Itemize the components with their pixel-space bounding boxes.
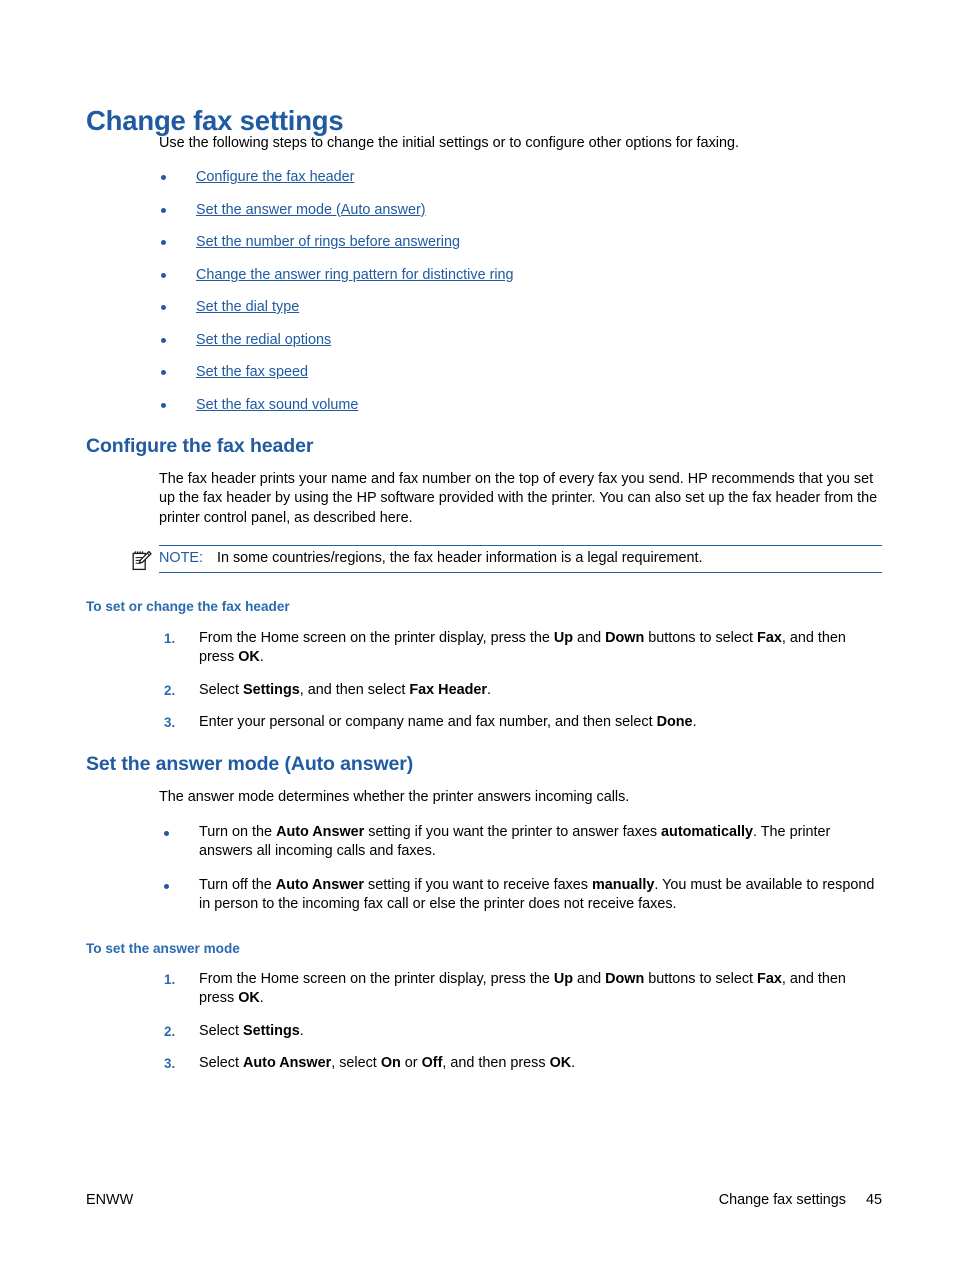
note-text: In some countries/regions, the fax heade…: [216, 550, 703, 567]
ui-term: automatically: [661, 823, 754, 840]
intro-paragraph: Use the following steps to change the in…: [159, 135, 739, 151]
section-link-list: Configure the fax header Set the answer m…: [86, 167, 882, 415]
bullet-icon: [164, 830, 169, 836]
toc-list-item: Configure the fax header: [86, 167, 882, 187]
step-text: From the Home screen on the printer disp…: [199, 629, 846, 666]
ui-term: OK: [238, 990, 260, 1007]
toc-link-7[interactable]: Set the fax sound volume: [196, 397, 358, 413]
section-heading-answer-mode: Set the answer mode (Auto answer): [86, 752, 414, 775]
ui-term: manually: [591, 876, 655, 893]
ui-term: Down: [605, 970, 645, 987]
ui-term: OK: [549, 1055, 572, 1072]
note-pencil-icon: [132, 550, 152, 571]
document-page: Change fax settings Use the following st…: [0, 0, 954, 1270]
toc-list-item: Set the fax speed: [86, 362, 882, 382]
step-text: Enter your personal or company name and …: [199, 714, 697, 731]
ui-term: Fax Header: [409, 681, 487, 698]
note-rule-bottom: [159, 572, 882, 574]
ui-term: Down: [605, 629, 645, 646]
ui-term: Done: [656, 714, 693, 731]
bullet-icon: [161, 272, 166, 278]
ui-term: Settings: [243, 681, 300, 698]
step-number: 3.: [164, 715, 176, 731]
ui-term: OK: [238, 649, 260, 666]
step-number: 2.: [164, 1023, 176, 1039]
step-number: 1.: [164, 630, 176, 646]
ui-term: Up: [553, 970, 574, 987]
step-text: Select Settings.: [199, 1022, 304, 1039]
answer-mode-bullet-list: Turn on the Auto Answer setting if you w…: [86, 823, 882, 915]
toc-link-6[interactable]: Set the fax speed: [196, 364, 308, 380]
toc-list-item: Set the dial type: [86, 297, 882, 317]
ui-term: Auto Answer: [275, 876, 365, 893]
toc-list-item: Set the fax sound volume: [86, 395, 882, 415]
footer-chapter-title: Change fax settings: [718, 1192, 846, 1208]
ui-term: Auto Answer: [276, 823, 365, 840]
bullet-icon: [161, 402, 166, 408]
procedure-steps-fax-header: 1. From the Home screen on the printer di…: [86, 629, 882, 733]
ui-term: Settings: [243, 1022, 300, 1039]
ui-term: On: [380, 1055, 401, 1072]
bullet-icon: [161, 337, 166, 343]
toc-link-2[interactable]: Set the number of rings before answering: [196, 234, 460, 250]
procedure-heading-set-answer-mode: To set the answer mode: [86, 940, 240, 956]
note-content: NOTE: In some countries/regions, the fax …: [159, 546, 882, 572]
bullet-icon: [161, 370, 166, 375]
note-admonition: NOTE: In some countries/regions, the fax …: [132, 545, 882, 574]
ui-term: Auto Answer: [243, 1055, 332, 1072]
bullet-text: Turn off the Auto Answer setting if you …: [199, 876, 875, 913]
fax-header-step: 3. Enter your personal or company name an…: [86, 713, 882, 733]
ui-term: Up: [553, 629, 574, 646]
step-text: From the Home screen on the printer disp…: [199, 970, 846, 1007]
toc-link-1[interactable]: Set the answer mode (Auto answer): [196, 202, 426, 218]
toc-link-0[interactable]: Configure the fax header: [196, 169, 354, 185]
step-number: 3.: [164, 1056, 176, 1072]
bullet-icon: [161, 305, 166, 310]
note-label: NOTE:: [159, 550, 203, 567]
step-text: Select Auto Answer, select On or Off, an…: [199, 1055, 576, 1072]
bullet-text: Turn on the Auto Answer setting if you w…: [199, 823, 831, 860]
answer-mode-step: 1. From the Home screen on the printer di…: [86, 970, 882, 1009]
step-number: 2.: [164, 682, 176, 698]
toc-list-item: Set the number of rings before answering: [86, 232, 882, 252]
ui-term: Off: [421, 1055, 443, 1072]
fax-header-step: 1. From the Home screen on the printer di…: [86, 629, 882, 668]
answer-mode-bullet: Turn off the Auto Answer setting if you …: [86, 876, 882, 915]
answer-mode-body: The answer mode determines whether the p…: [159, 789, 630, 806]
footer-locale: ENWW: [86, 1192, 134, 1208]
toc-list-item: Set the answer mode (Auto answer): [86, 200, 882, 220]
toc-link-3[interactable]: Change the answer ring pattern for disti…: [196, 267, 514, 283]
answer-mode-bullet: Turn on the Auto Answer setting if you w…: [86, 823, 882, 862]
bullet-icon: [164, 883, 169, 889]
ui-term: Fax: [757, 629, 782, 646]
toc-link-4[interactable]: Set the dial type: [196, 299, 299, 315]
answer-mode-step: 2. Select Settings.: [86, 1022, 882, 1042]
step-number: 1.: [164, 971, 176, 987]
page-content: Use the following steps to change the in…: [86, 133, 882, 1087]
toc-list-item: Change the answer ring pattern for disti…: [86, 265, 882, 285]
footer-page-number: 45: [865, 1192, 882, 1208]
procedure-heading-set-change-fax-header: To set or change the fax header: [86, 599, 290, 615]
configure-fax-header-body: The fax header prints your name and fax …: [159, 470, 878, 526]
fax-header-step: 2. Select Settings, and then select Fax H…: [86, 681, 882, 701]
footer-right-group: Change fax settings 45: [719, 1192, 882, 1208]
step-text: Select Settings, and then select Fax Hea…: [199, 681, 491, 698]
bullet-icon: [161, 207, 166, 213]
ui-term: Fax: [757, 970, 782, 987]
bullet-icon: [161, 175, 166, 180]
toc-list-item: Set the redial options: [86, 330, 882, 350]
bullet-icon: [161, 240, 166, 245]
section-heading-configure-fax-header: Configure the fax header: [86, 434, 314, 457]
answer-mode-step: 3. Select Auto Answer, select On or Off, …: [86, 1054, 882, 1074]
page-footer: ENWW Change fax settings 45: [86, 1192, 882, 1208]
procedure-steps-answer-mode: 1. From the Home screen on the printer di…: [86, 970, 882, 1074]
toc-link-5[interactable]: Set the redial options: [196, 332, 331, 348]
